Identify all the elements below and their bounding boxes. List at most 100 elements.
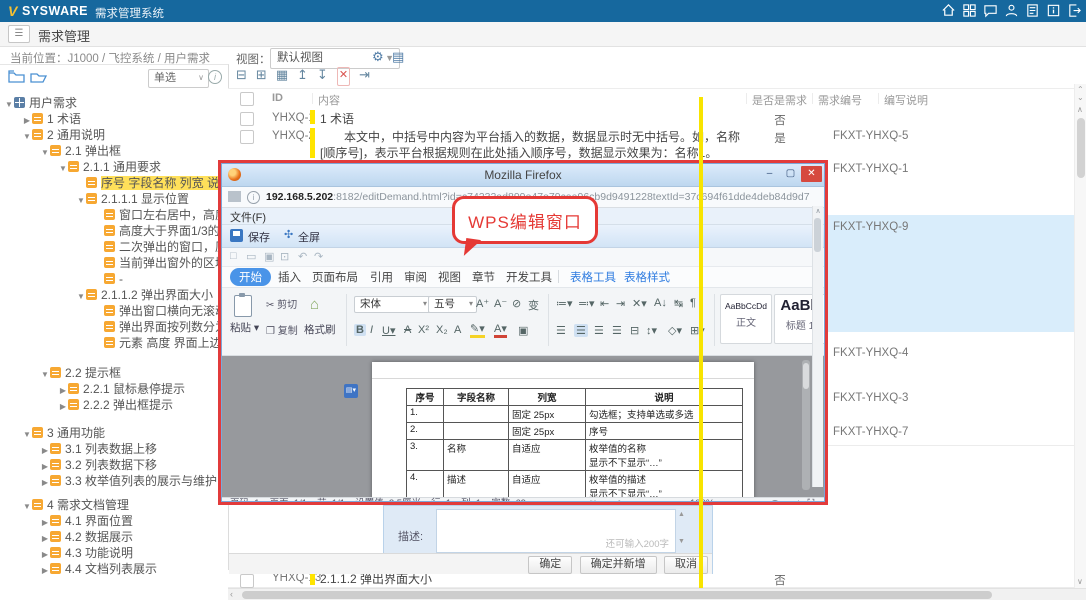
- tab-insert[interactable]: 插入: [278, 269, 301, 285]
- chevron-down-icon[interactable]: ▼: [58, 161, 68, 175]
- file-menu[interactable]: 文件(F): [230, 209, 266, 225]
- show-marks-icon[interactable]: ¶: [690, 297, 696, 309]
- chevron-down-icon[interactable]: ▼: [22, 129, 32, 143]
- zoom-in-icon[interactable]: +: [796, 498, 802, 502]
- vertical-scrollbar[interactable]: ⌃ ⌄ ∧ ∨: [1074, 84, 1086, 588]
- fullscreen-button[interactable]: 全屏: [298, 229, 320, 245]
- row-checkbox[interactable]: [240, 574, 254, 588]
- chevron-right-icon[interactable]: ▶: [58, 383, 68, 397]
- chevron-right-icon[interactable]: ▶: [40, 563, 50, 577]
- chevron-down-icon[interactable]: ▼: [22, 499, 32, 513]
- view-settings-gear-icon[interactable]: ⚙: [372, 49, 384, 65]
- tree-item[interactable]: ▼2.1.1.2 弹出界面大小: [0, 287, 228, 303]
- column-header-note[interactable]: 编写说明: [884, 92, 928, 108]
- tree-item[interactable]: ▼2.1.1.1 显示位置: [0, 191, 228, 207]
- fullscreen-view-icon[interactable]: ⛶: [590, 498, 596, 502]
- increase-indent-icon[interactable]: ⇥: [616, 297, 625, 310]
- strikethrough-icon[interactable]: A: [404, 324, 411, 336]
- select-all-checkbox[interactable]: [240, 92, 254, 106]
- row-checkbox[interactable]: [240, 112, 254, 126]
- tab-table-style[interactable]: 表格样式: [624, 269, 670, 285]
- firefox-titlebar[interactable]: Mozilla Firefox – ▢ ✕: [222, 164, 824, 187]
- chevron-down-icon[interactable]: ▼: [22, 427, 32, 441]
- expand-rows-icon[interactable]: ⊟: [236, 66, 247, 86]
- tree-item[interactable]: ▼2.1.1 通用要求: [0, 159, 228, 175]
- style-normal[interactable]: AaBbCcDd 正文: [720, 294, 772, 344]
- tree-item[interactable]: 序号 字段名称 列宽 说明 1. 固定25px 勾.: [0, 175, 228, 191]
- chevron-down-icon[interactable]: ▼: [76, 193, 86, 207]
- document-page[interactable]: 序号 字段名称 列宽 说明 1. 固定 25px勾选框；支持单选或多选 2. 固…: [372, 362, 754, 497]
- tab-view[interactable]: 视图: [438, 269, 461, 285]
- zoom-out-icon[interactable]: −: [720, 498, 726, 502]
- line-spacing-icon[interactable]: ↕▾: [646, 324, 657, 337]
- shrink-font-icon[interactable]: A⁻: [494, 297, 507, 310]
- undo-icon[interactable]: ↶: [298, 250, 307, 263]
- tab-dev-tools[interactable]: 开发工具: [506, 269, 552, 285]
- user-icon[interactable]: [1004, 3, 1019, 18]
- tree-item[interactable]: ▼用户需求: [0, 95, 228, 111]
- tree-item[interactable]: ▶4.3 功能说明: [0, 545, 228, 561]
- chat-icon[interactable]: [983, 3, 998, 18]
- logout-icon[interactable]: [1067, 3, 1082, 18]
- delete-row-icon[interactable]: ✕: [337, 67, 350, 86]
- night-mode-icon[interactable]: ☼: [672, 498, 680, 502]
- tab-review[interactable]: 审阅: [404, 269, 427, 285]
- tree-item[interactable]: 当前弹出窗外的区域置灰显示。: [0, 255, 228, 271]
- move-up-icon[interactable]: ↥: [297, 66, 308, 86]
- chevron-right-icon[interactable]: ▶: [22, 113, 32, 127]
- scrollbar-thumb[interactable]: [814, 218, 821, 252]
- scroll-down-arrow-icon[interactable]: ∨: [1077, 578, 1083, 586]
- clear-format-icon[interactable]: ⊘: [512, 297, 521, 310]
- tree-item[interactable]: ▶3.2 列表数据下移: [0, 457, 228, 473]
- fit-page-icon[interactable]: ⛶: [807, 498, 814, 502]
- tree-item[interactable]: ▶3.1 列表数据上移: [0, 441, 228, 457]
- chevron-right-icon[interactable]: ▶: [40, 443, 50, 457]
- italic-icon[interactable]: I: [370, 324, 373, 336]
- bullet-list-icon[interactable]: ≔▾: [556, 297, 573, 310]
- tree-item[interactable]: 二次弹出的窗口，原则相同，同时，...: [0, 239, 228, 255]
- tree-item[interactable]: ▶1 术语: [0, 111, 228, 127]
- column-header-reqno[interactable]: 需求编号: [818, 92, 862, 108]
- scrollbar-thumb[interactable]: [1077, 118, 1085, 178]
- chevron-down-icon[interactable]: ▼: [4, 97, 14, 111]
- chevron-right-icon[interactable]: ▶: [40, 475, 50, 489]
- chevron-right-icon[interactable]: ▶: [40, 515, 50, 529]
- edit-mode-icon[interactable]: ✎: [617, 498, 625, 502]
- chevron-right-icon[interactable]: ▶: [40, 459, 50, 473]
- open-icon[interactable]: ▭: [246, 250, 256, 263]
- tab-home[interactable]: 开始: [230, 268, 271, 286]
- tab-section[interactable]: 章节: [472, 269, 495, 285]
- textarea-scrollbar[interactable]: ▲▼: [677, 510, 686, 552]
- document-area[interactable]: 序号 字段名称 列宽 说明 1. 固定 25px勾选框；支持单选或多选 2. 固…: [222, 356, 824, 497]
- decrease-indent-icon[interactable]: ⇤: [600, 297, 609, 310]
- tree-item[interactable]: -: [0, 271, 228, 287]
- redo-icon[interactable]: ↷: [314, 250, 323, 263]
- table-row[interactable]: YHXQ-1 1 术语 否: [228, 108, 1074, 127]
- tree-item[interactable]: ▶3.3 枚举值列表的展示与维护: [0, 473, 228, 489]
- tree-item[interactable]: ▶2.2.2 弹出框提示: [0, 397, 228, 413]
- read-mode-icon[interactable]: ▤: [630, 498, 639, 502]
- save-icon[interactable]: [230, 229, 243, 242]
- save-small-icon[interactable]: ▣: [264, 250, 274, 263]
- select-mode-dropdown[interactable]: 单选∨: [148, 69, 209, 88]
- scroll-mini-down-icon[interactable]: ⌄: [1077, 94, 1084, 102]
- table-insert-widget-icon[interactable]: ▤▾: [344, 384, 358, 398]
- new-doc-icon[interactable]: □: [230, 250, 237, 262]
- paste-button[interactable]: 粘贴 ▾: [230, 320, 259, 335]
- tree-item[interactable]: 窗口左右居中，高度小于界面1/3的窗.: [0, 207, 228, 223]
- bold-icon[interactable]: B: [354, 324, 366, 336]
- delete-format-icon[interactable]: ✕▾: [632, 297, 647, 310]
- tree-item[interactable]: ▶2.2.1 鼠标悬停提示: [0, 381, 228, 397]
- phonetic-icon[interactable]: 变: [528, 297, 539, 313]
- align-center-icon[interactable]: ☰: [574, 324, 588, 337]
- chevron-right-icon[interactable]: ▶: [40, 531, 50, 545]
- page-info-icon[interactable]: i: [247, 191, 260, 204]
- site-identity-icon[interactable]: [228, 191, 241, 202]
- tree-item[interactable]: 高度大于界面1/3的窗口，上下居中显.: [0, 223, 228, 239]
- horizontal-scrollbar[interactable]: ‹: [228, 588, 1086, 600]
- column-header-isreq[interactable]: 是否是需求: [752, 92, 807, 108]
- chevron-down-icon[interactable]: ▼: [40, 145, 50, 159]
- grow-font-icon[interactable]: A⁺: [476, 297, 489, 310]
- cut-button[interactable]: ✂ 剪切: [266, 296, 297, 311]
- subscript-icon[interactable]: X₂: [436, 324, 448, 336]
